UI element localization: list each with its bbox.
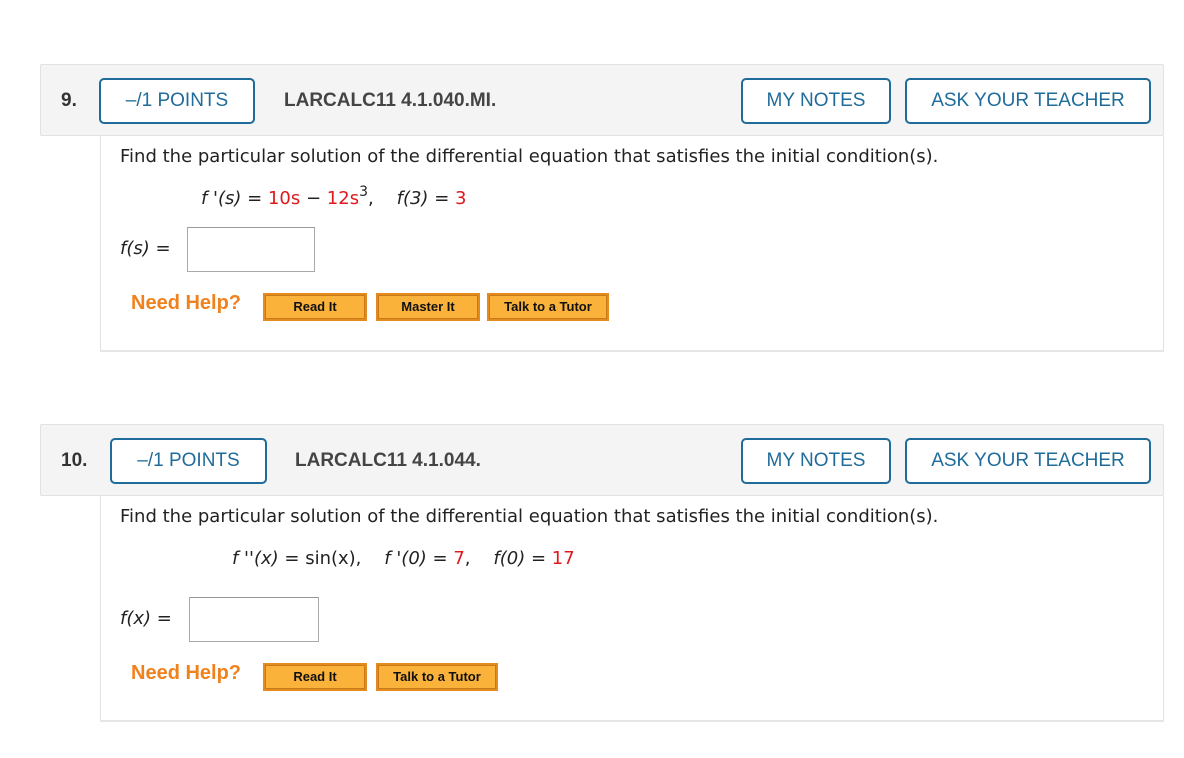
question-body: Find the particular solution of the diff… [100, 496, 1164, 722]
question-number: 10. [61, 450, 88, 471]
need-help-label: Need Help? [131, 662, 242, 684]
initial-condition-2-lhs: f(0) [493, 548, 526, 569]
answer-function: f(s) [120, 238, 150, 259]
differential-equation: f ''(x) = sin(x), f '(0) = 7, f(0) = 17 [232, 548, 575, 569]
eq-rhs: sin(x), [305, 548, 362, 569]
answer-input[interactable] [189, 597, 319, 642]
eq-exponent: 3 [359, 184, 369, 200]
eq-sep-2 [471, 548, 494, 569]
question-header: 10. –/1 POINTS LARCALC11 4.1.044. MY NOT… [40, 424, 1164, 496]
differential-equation: f '(s) = 10s − 12s3, f(3) = 3 [201, 185, 467, 209]
initial-condition-1-equals: = [426, 548, 454, 569]
initial-condition-1-lhs: f '(0) [384, 548, 427, 569]
eq-lhs: f '(s) [201, 188, 242, 209]
eq-minus: − [300, 188, 327, 209]
initial-condition-lhs: f(3) [396, 188, 429, 209]
answer-function: f(x) [120, 608, 152, 629]
master-it-button[interactable]: Master It [376, 293, 480, 321]
question-prompt: Find the particular solution of the diff… [120, 146, 939, 167]
eq-term1: 10s [267, 188, 301, 209]
question-9: 9. –/1 POINTS LARCALC11 4.1.040.MI. MY N… [40, 64, 1164, 352]
question-code: LARCALC11 4.1.044. [295, 450, 481, 471]
question-number: 9. [61, 90, 77, 111]
points-button[interactable]: –/1 POINTS [110, 438, 267, 484]
question-body: Find the particular solution of the diff… [100, 136, 1164, 352]
answer-equals: = [151, 608, 172, 629]
talk-to-tutor-button[interactable]: Talk to a Tutor [376, 663, 498, 691]
eq-lhs: f ''(x) [232, 548, 279, 569]
my-notes-button[interactable]: MY NOTES [741, 438, 891, 484]
initial-condition-2-equals: = [525, 548, 552, 569]
talk-to-tutor-button[interactable]: Talk to a Tutor [487, 293, 609, 321]
answer-label: f(x) = [120, 608, 172, 629]
answer-input[interactable] [187, 227, 315, 272]
ask-your-teacher-button[interactable]: ASK YOUR TEACHER [905, 438, 1151, 484]
answer-label: f(s) = [120, 238, 171, 259]
read-it-button[interactable]: Read It [263, 293, 367, 321]
question-10: 10. –/1 POINTS LARCALC11 4.1.044. MY NOT… [40, 424, 1164, 722]
ask-your-teacher-button[interactable]: ASK YOUR TEACHER [905, 78, 1151, 124]
initial-condition-value: 3 [455, 188, 467, 209]
question-header: 9. –/1 POINTS LARCALC11 4.1.040.MI. MY N… [40, 64, 1164, 136]
answer-equals: = [149, 238, 171, 259]
initial-condition-equals: = [428, 188, 455, 209]
eq-sep: , [368, 188, 397, 209]
eq-equals: = [241, 188, 268, 209]
eq-sep [361, 548, 384, 569]
question-prompt: Find the particular solution of the diff… [120, 506, 939, 527]
need-help-label: Need Help? [131, 292, 242, 314]
eq-term2: 12s [326, 188, 360, 209]
points-button[interactable]: –/1 POINTS [99, 78, 255, 124]
read-it-button[interactable]: Read It [263, 663, 367, 691]
initial-condition-1-value: 7 [453, 548, 465, 569]
initial-condition-2-value: 17 [551, 548, 575, 569]
eq-equals: = [278, 548, 306, 569]
question-code: LARCALC11 4.1.040.MI. [284, 90, 497, 111]
my-notes-button[interactable]: MY NOTES [741, 78, 891, 124]
